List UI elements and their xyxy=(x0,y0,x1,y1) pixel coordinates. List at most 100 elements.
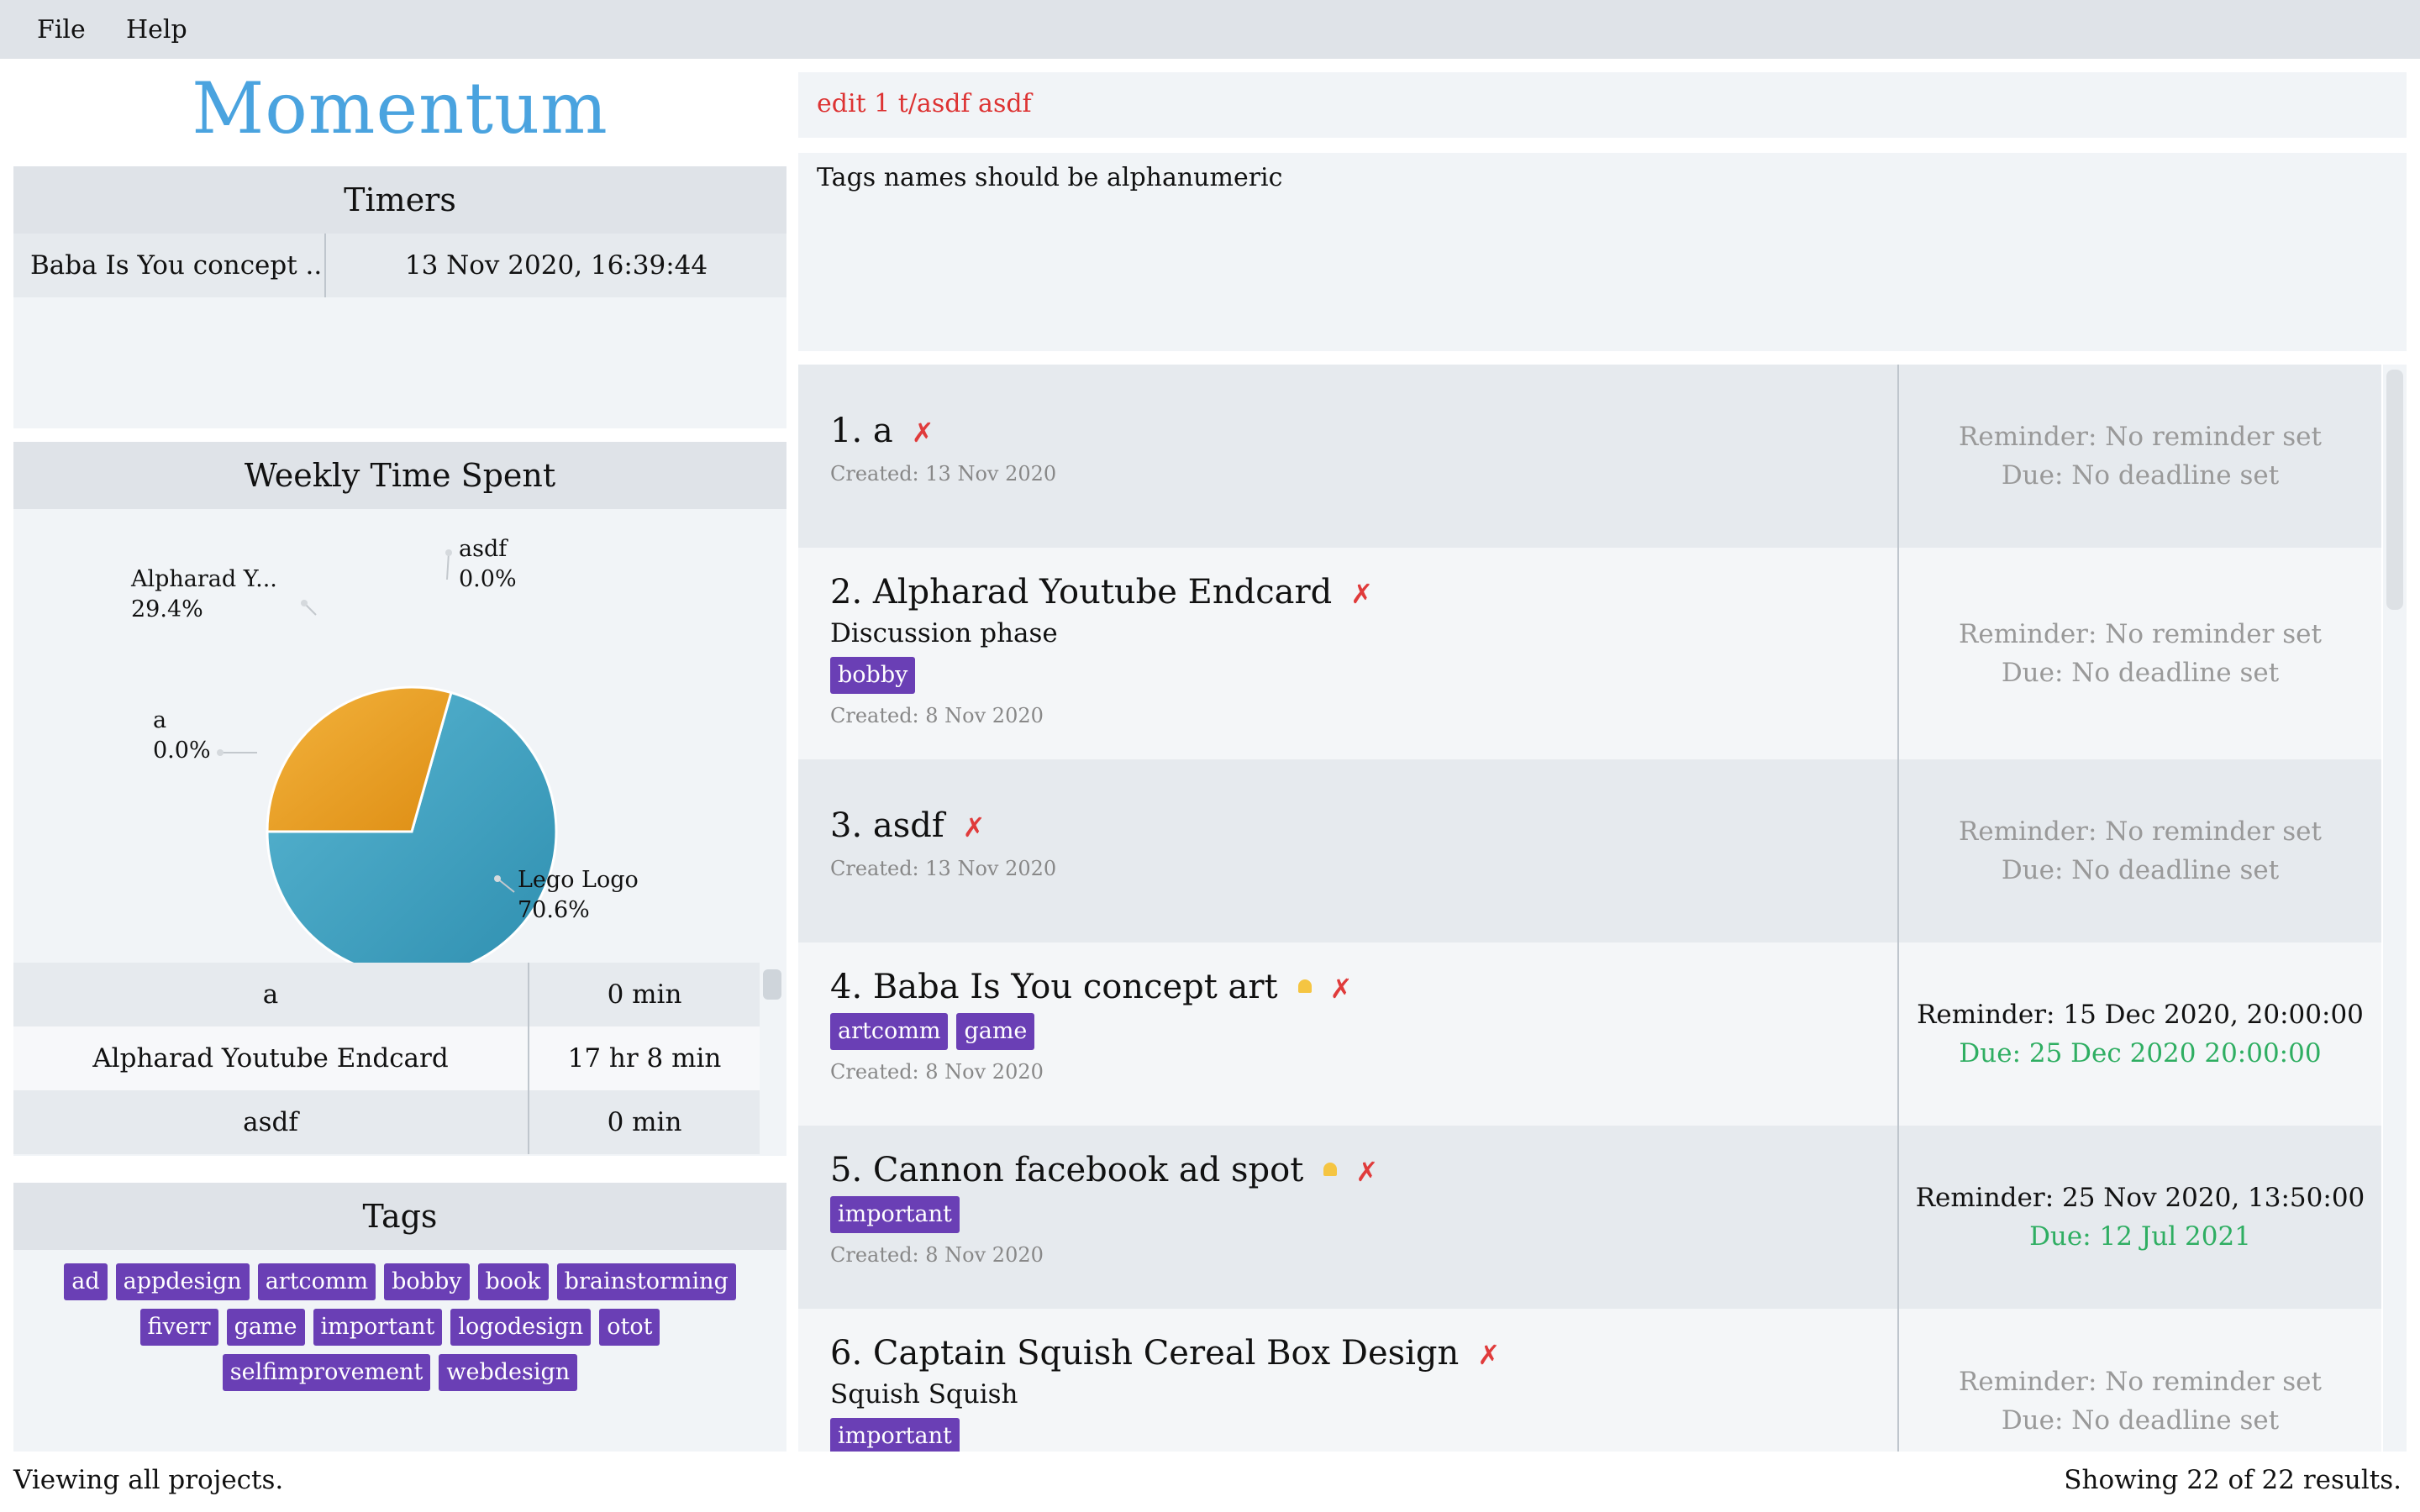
tag-chip[interactable]: book xyxy=(477,1263,549,1300)
pie-label-a-percent: 0.0% xyxy=(153,738,211,764)
result-message: Tags names should be alphanumeric xyxy=(817,163,1283,192)
pie-label-asdf-name: asdf xyxy=(459,536,508,562)
tag-chip[interactable]: artcomm xyxy=(257,1263,376,1300)
project-due-date: Due: No deadline set xyxy=(2001,658,2280,688)
weekly-time-panel: Weekly Time Spent Alpharad Y... 29.4% as… xyxy=(13,442,786,1156)
project-card-main: 1. a ✗ Created: 13 Nov 2020 xyxy=(798,365,1897,548)
result-display: Tags names should be alphanumeric xyxy=(798,153,2407,351)
timer-project-name: Baba Is You concept ... xyxy=(13,234,326,297)
project-schedule: Reminder: No reminder set Due: No deadlin… xyxy=(1897,759,2381,942)
tag-chip[interactable]: fiverr xyxy=(139,1309,218,1346)
project-card[interactable]: 5. Cannon facebook ad spot ✗ important Crea… xyxy=(798,1126,2381,1309)
tag-cloud: ad appdesign artcomm bobby book brainstorming… xyxy=(47,1263,753,1391)
pie-label-lego-name: Lego Logo xyxy=(518,867,639,893)
project-card[interactable]: 4. Baba Is You concept art ✗ artcomm game Cr… xyxy=(798,942,2381,1126)
stats-duration: 0 min xyxy=(607,1107,682,1137)
project-due-date: Due: 12 Jul 2021 xyxy=(2029,1221,2251,1252)
pie-label-lego-percent: 70.6% xyxy=(518,897,590,923)
project-schedule: Reminder: No reminder set Due: No deadlin… xyxy=(1897,365,2381,548)
tag-chip[interactable]: selfimprovement xyxy=(222,1354,431,1391)
stats-duration: 0 min xyxy=(607,979,682,1010)
project-created-date: Created: 8 Nov 2020 xyxy=(830,1060,1044,1084)
pie-label-a-name: a xyxy=(153,707,167,733)
tag-chip[interactable]: otot xyxy=(599,1309,660,1346)
tag-chip[interactable]: artcomm xyxy=(830,1013,949,1050)
project-card-main: 2. Alpharad Youtube Endcard ✗ Discussion p… xyxy=(798,548,1897,759)
project-schedule: Reminder: No reminder set Due: No deadlin… xyxy=(1897,548,2381,759)
stats-scrollbar[interactable] xyxy=(763,969,781,1000)
project-title: 2. Alpharad Youtube Endcard ✗ xyxy=(830,573,1373,612)
project-reminder: Reminder: 25 Nov 2020, 13:50:00 xyxy=(1915,1183,2365,1213)
menu-bar: File Help xyxy=(0,0,2420,59)
project-tags: bobby xyxy=(830,657,916,694)
project-title-text: 6. Captain Squish Cereal Box Design xyxy=(830,1334,1460,1373)
tag-chip[interactable]: ad xyxy=(64,1263,108,1300)
tag-chip[interactable]: important xyxy=(830,1418,960,1452)
project-title-text: 1. a xyxy=(830,412,893,450)
pie-label-lego: Lego Logo 70.6% xyxy=(518,865,639,926)
pie-label-alpharad: Alpharad Y... 29.4% xyxy=(131,564,277,625)
project-due-date: Due: No deadline set xyxy=(2001,1405,2280,1436)
command-box[interactable]: edit 1 t/asdf asdf xyxy=(798,72,2407,138)
project-due-date: Due: No deadline set xyxy=(2001,460,2280,491)
pie-chart: Alpharad Y... 29.4% asdf 0.0% a 0.0% Leg… xyxy=(13,509,786,978)
tag-chip[interactable]: bobby xyxy=(830,657,916,694)
project-card[interactable]: 2. Alpharad Youtube Endcard ✗ Discussion p… xyxy=(798,548,2381,759)
tag-chip[interactable]: game xyxy=(956,1013,1035,1050)
tag-chip[interactable]: important xyxy=(313,1309,443,1346)
timer-row[interactable]: Baba Is You concept ... 13 Nov 2020, 16:… xyxy=(13,234,786,297)
cross-mark-icon: ✗ xyxy=(1477,1339,1501,1371)
project-reminder: Reminder: No reminder set xyxy=(1959,422,2322,452)
project-title-text: 2. Alpharad Youtube Endcard xyxy=(830,573,1333,612)
table-row[interactable]: Alpharad Youtube Endcard 17 hr 8 min xyxy=(13,1026,760,1090)
tag-chip[interactable]: important xyxy=(830,1196,960,1233)
project-created-date: Created: 13 Nov 2020 xyxy=(830,462,1057,486)
pie-label-alpharad-percent: 29.4% xyxy=(131,596,203,622)
project-title: 5. Cannon facebook ad spot ✗ xyxy=(830,1151,1378,1189)
tag-chip[interactable]: logodesign xyxy=(450,1309,592,1346)
project-schedule: Reminder: 15 Dec 2020, 20:00:00 Due: 25 D… xyxy=(1897,942,2381,1126)
project-title-text: 5. Cannon facebook ad spot xyxy=(830,1151,1304,1189)
project-reminder: Reminder: 15 Dec 2020, 20:00:00 xyxy=(1917,1000,2364,1030)
project-created-date: Created: 8 Nov 2020 xyxy=(830,704,1044,727)
project-card[interactable]: 6. Captain Squish Cereal Box Design ✗ Squi… xyxy=(798,1309,2381,1452)
cross-mark-icon: ✗ xyxy=(962,811,986,843)
project-tags: important xyxy=(830,1418,960,1452)
table-row[interactable]: asdf 0 min xyxy=(13,1090,760,1154)
menu-help[interactable]: Help xyxy=(126,15,187,45)
tag-chip[interactable]: brainstorming xyxy=(556,1263,736,1300)
project-tags: important xyxy=(830,1196,960,1233)
project-title: 4. Baba Is You concept art ✗ xyxy=(830,968,1352,1006)
leader-asdf xyxy=(446,552,450,580)
project-due-date: Due: No deadline set xyxy=(2001,855,2280,885)
cross-mark-icon: ✗ xyxy=(911,417,934,449)
tags-header: Tags xyxy=(13,1183,786,1250)
project-title-text: 3. asdf xyxy=(830,806,944,845)
tag-chip[interactable]: webdesign xyxy=(439,1354,578,1391)
project-card[interactable]: 3. asdf ✗ Created: 13 Nov 2020 Reminder: No… xyxy=(798,759,2381,942)
timer-start-time: 13 Nov 2020, 16:39:44 xyxy=(404,250,708,281)
project-title: 1. a ✗ xyxy=(830,412,934,450)
menu-file[interactable]: File xyxy=(37,15,86,45)
project-description: Squish Squish xyxy=(830,1379,1018,1410)
project-card-main: 3. asdf ✗ Created: 13 Nov 2020 xyxy=(798,759,1897,942)
project-reminder: Reminder: No reminder set xyxy=(1959,619,2322,649)
project-list[interactable]: 1. a ✗ Created: 13 Nov 2020 Reminder: No re… xyxy=(798,365,2381,1452)
weekly-header: Weekly Time Spent xyxy=(13,442,786,509)
project-card-main: 6. Captain Squish Cereal Box Design ✗ Squi… xyxy=(798,1309,1897,1452)
status-right: Showing 22 of 22 results. xyxy=(2064,1465,2402,1495)
project-card-main: 4. Baba Is You concept art ✗ artcomm game Cr… xyxy=(798,942,1897,1126)
command-input[interactable]: edit 1 t/asdf asdf xyxy=(817,89,1032,118)
stats-project-name: asdf xyxy=(13,1090,529,1154)
tag-chip[interactable]: appdesign xyxy=(115,1263,250,1300)
project-card[interactable]: 1. a ✗ Created: 13 Nov 2020 Reminder: No re… xyxy=(798,365,2381,548)
timers-panel: Timers Baba Is You concept ... 13 Nov 20… xyxy=(13,166,786,428)
table-row[interactable]: a 0 min xyxy=(13,963,760,1026)
project-card-main: 5. Cannon facebook ad spot ✗ important Crea… xyxy=(798,1126,1897,1309)
cross-mark-icon: ✗ xyxy=(1329,973,1353,1005)
tag-chip[interactable]: bobby xyxy=(384,1263,470,1300)
project-list-scrollbar[interactable] xyxy=(2386,370,2403,610)
tag-chip[interactable]: game xyxy=(226,1309,305,1346)
project-title: 3. asdf ✗ xyxy=(830,806,985,845)
project-reminder: Reminder: No reminder set xyxy=(1959,1367,2322,1397)
